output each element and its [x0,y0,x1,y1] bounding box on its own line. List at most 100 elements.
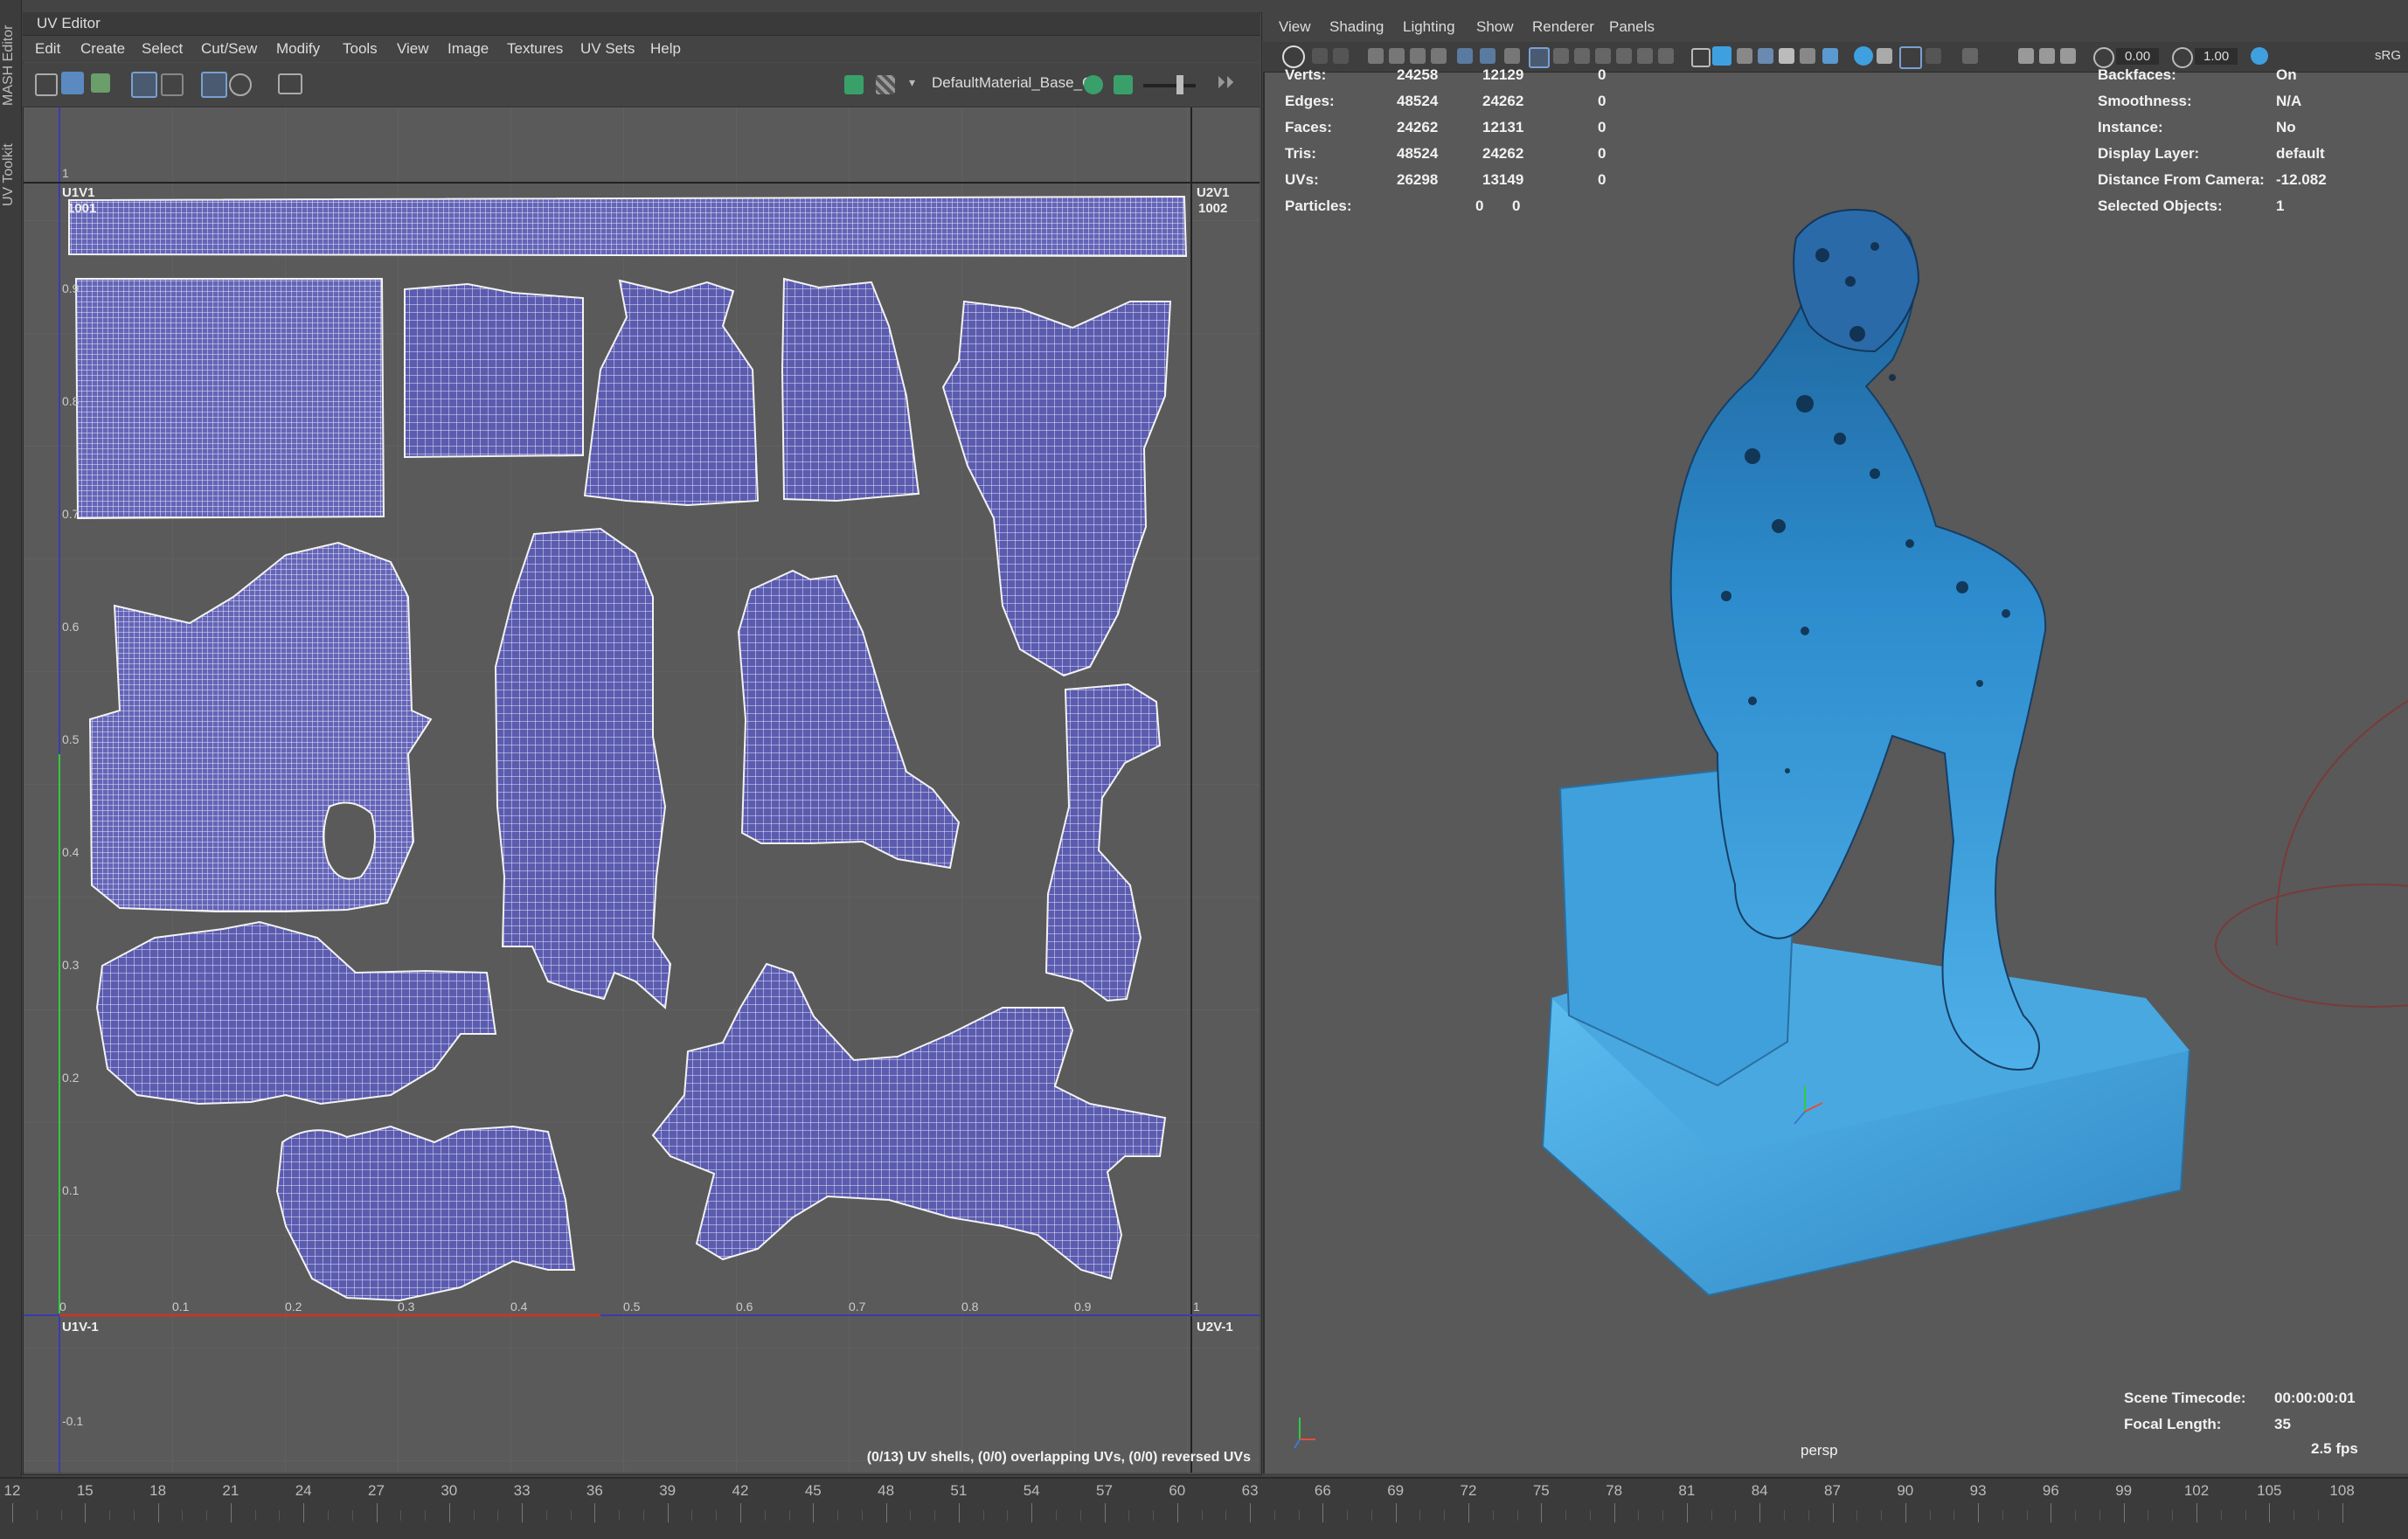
timeline-minor-tick [2002,1510,2003,1521]
timeline-minor-tick [1007,1510,1009,1521]
field-chart-icon[interactable] [1616,48,1632,64]
menu-image[interactable]: Image [448,40,489,58]
menu-select[interactable]: Select [142,40,183,58]
u-tick-0-5: 0.5 [623,1300,641,1314]
timeline-major-tick [522,1503,524,1522]
vp-menu-view[interactable]: View [1279,18,1311,36]
timeline-minor-tick [1638,1510,1640,1521]
wireframe-icon[interactable] [161,73,184,96]
safe-title-icon[interactable] [1658,48,1674,64]
vp-menu-panels[interactable]: Panels [1609,18,1655,36]
uv-shell-strip [68,195,1188,258]
wireframe-mode-icon[interactable] [1691,48,1711,67]
snapshot-icon[interactable] [278,73,302,94]
exposure-slider-handle[interactable] [1176,75,1183,94]
tile-label-u1v1: U1V1 [62,185,95,200]
time-slider[interactable]: 12 15 18 21 24 27 30 33 36 39 42 45 48 51 54 57 60 63 66 69… [0,1477,2408,1539]
grid-icon[interactable] [35,73,58,96]
color-space-label[interactable]: sRG [2375,48,2401,63]
select-camera-icon[interactable] [1282,45,1305,68]
camera-bookmark-icon[interactable] [1431,48,1447,64]
texture-icon[interactable] [61,72,84,94]
vp-menu-renderer[interactable]: Renderer [1532,18,1594,36]
screen-space-ao-icon[interactable] [1822,48,1838,64]
material-name[interactable]: DefaultMaterial_Base_C [932,74,1093,92]
image-display-icon[interactable] [1114,75,1133,94]
timeline-major-tick [2269,1503,2271,1522]
checker-pattern-icon[interactable] [876,75,895,94]
timeline-frame-label: 18 [149,1482,167,1499]
hud-toggle-icon[interactable] [2018,48,2034,64]
paint-icon[interactable] [1504,48,1520,64]
menu-help[interactable]: Help [650,40,681,58]
timeline-minor-tick [60,1510,62,1521]
grease-pencil-icon[interactable] [1410,48,1426,64]
distortion-icon[interactable] [229,73,252,96]
dof-icon[interactable] [2060,48,2076,64]
smooth-shade-icon[interactable] [1712,46,1731,66]
exposure-field[interactable]: 0.00 [2116,48,2160,65]
menu-textures[interactable]: Textures [507,40,563,58]
vp-menu-shading[interactable]: Shading [1329,18,1384,36]
viewport-3d-view[interactable] [1263,72,2408,1470]
viewport-menubar: View Shading Lighting Show Renderer Pane… [1263,12,2408,42]
timeline-frame-label: 15 [76,1482,94,1499]
timeline-minor-tick [1662,1510,1664,1521]
isolate-select-icon[interactable] [1854,46,1873,66]
image-icon[interactable] [91,73,110,93]
xray-active-icon[interactable] [1926,48,1941,64]
textured-icon[interactable] [1758,48,1773,64]
menu-modify[interactable]: Modify [276,40,320,58]
menu-cut-sew[interactable]: Cut/Sew [201,40,257,58]
timeline-minor-tick [1711,1510,1712,1521]
safe-action-icon[interactable] [1637,48,1653,64]
color-management-icon[interactable] [2251,47,2268,65]
display-image-icon[interactable] [844,75,864,94]
tile-label-u2v-1: U2V-1 [1197,1320,1233,1334]
gate-icon[interactable] [1480,48,1495,64]
timeline-major-tick [1395,1503,1397,1522]
menu-uv-sets[interactable]: UV Sets [580,40,635,58]
side-tab-uv-toolkit[interactable]: UV Toolkit [1,131,20,218]
chevron-down-icon[interactable]: ▾ [909,75,915,90]
resolution-gate-icon[interactable] [1574,48,1590,64]
2d-pan-zoom-icon[interactable] [1389,48,1405,64]
camera-attr-icon[interactable] [1312,48,1328,64]
toolbar-overflow-icon[interactable]: ⏵⏵ [1217,73,1234,94]
gamma-field[interactable]: 1.00 [2195,48,2238,65]
gate-mask-icon[interactable] [1595,48,1611,64]
timeline-major-tick [594,1503,596,1522]
timeline-frame-label: 54 [1023,1482,1040,1499]
timeline-major-tick [303,1503,305,1522]
timeline-minor-tick [1516,1510,1518,1521]
menu-create[interactable]: Create [80,40,125,58]
snap-icon[interactable] [1457,48,1473,64]
xray-joints-icon[interactable] [1899,46,1922,69]
uv-canvas[interactable]: U1V1 1001 U2V1 1002 U1V-1 U2V-1 0 0.1 0.… [24,107,1260,1473]
shaded-uv-icon[interactable] [131,72,157,98]
bookmark-icon[interactable] [1333,48,1349,64]
motion-blur-icon[interactable] [2039,48,2055,64]
exposure-icon[interactable] [2093,47,2114,68]
vp-menu-show[interactable]: Show [1476,18,1514,36]
gamma-icon[interactable] [2172,47,2193,68]
grid-toggle-icon[interactable] [1529,47,1550,68]
menu-edit[interactable]: Edit [35,40,60,58]
timeline-frame-label: 36 [586,1482,603,1499]
vp-menu-lighting[interactable]: Lighting [1403,18,1455,36]
menu-tools[interactable]: Tools [343,40,378,58]
default-material-icon[interactable] [1737,48,1752,64]
v-tick-0-2: 0.2 [62,1071,80,1085]
xray-icon[interactable] [1877,48,1892,64]
lighting-icon[interactable] [1779,48,1794,64]
film-gate-icon[interactable] [1553,48,1569,64]
multisample-icon[interactable] [1962,48,1978,64]
material-swatch-icon[interactable] [1084,75,1103,94]
menu-view[interactable]: View [397,40,429,58]
shadows-icon[interactable] [1800,48,1815,64]
tile-label-1002: 1002 [1198,201,1227,216]
side-tab-mash-editor[interactable]: MASH Editor [1,17,20,114]
checker-icon[interactable] [201,72,227,98]
exposure-slider[interactable] [1143,84,1196,87]
image-plane-icon[interactable] [1368,48,1384,64]
